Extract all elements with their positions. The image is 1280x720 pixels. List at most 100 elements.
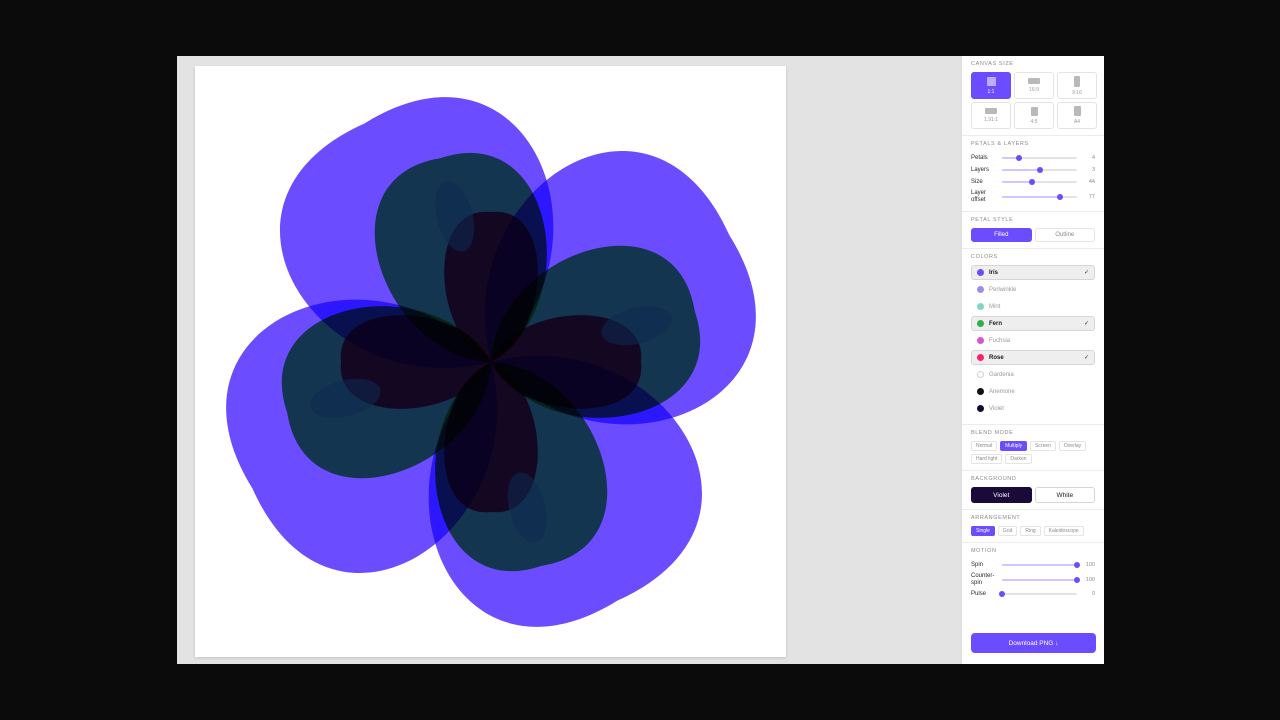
color-name: Violet bbox=[989, 405, 1004, 412]
slider-track[interactable] bbox=[1002, 179, 1077, 185]
canvas-size-section: CANVAS SIZE 1:1 16:9 9:16 1.91:1 4:5 A4 bbox=[962, 56, 1104, 136]
color-swatch bbox=[977, 303, 984, 310]
slider-row: Size 44 bbox=[971, 176, 1095, 188]
blend-mode-multiply[interactable]: Multiply bbox=[1000, 441, 1028, 451]
blend-mode-darken[interactable]: Darken bbox=[1005, 454, 1032, 464]
section-title: PETAL STYLE bbox=[971, 217, 1014, 223]
petal-style-filled-button[interactable]: Filled bbox=[971, 228, 1032, 242]
slider-row: Petals 4 bbox=[971, 152, 1095, 164]
slider-row: Spin 100 bbox=[971, 559, 1095, 571]
blend-mode-hard-light[interactable]: Hard light bbox=[971, 454, 1003, 464]
canvas-size-option[interactable]: A4 bbox=[1057, 102, 1097, 129]
slider-fill bbox=[1002, 181, 1032, 183]
download-png-button[interactable]: Download PNG ↓ bbox=[971, 633, 1096, 653]
color-option-fuchsia[interactable]: Fuchsia bbox=[971, 333, 1095, 348]
colors-section: COLORS Iris ✓ Periwinkle Mint Fern ✓ Fuchsia Ro… bbox=[962, 249, 1104, 425]
checkmark-icon: ✓ bbox=[1083, 270, 1089, 276]
color-option-violet[interactable]: Violet bbox=[971, 401, 1095, 416]
canvas-size-label: 1.91:1 bbox=[984, 117, 998, 123]
section-title: CANVAS SIZE bbox=[971, 61, 1014, 67]
slider-label: Layers bbox=[971, 166, 990, 173]
color-list: Iris ✓ Periwinkle Mint Fern ✓ Fuchsia Rose ✓ Gard… bbox=[971, 265, 1095, 416]
slider-track[interactable] bbox=[999, 591, 1077, 597]
aspect-ratio-icon bbox=[1030, 106, 1038, 116]
blend-mode-normal[interactable]: Normal bbox=[971, 441, 998, 451]
color-swatch bbox=[977, 354, 984, 361]
arrangement-grid[interactable]: Grid bbox=[997, 526, 1018, 536]
color-option-periwinkle[interactable]: Periwinkle bbox=[971, 282, 1095, 297]
color-option-rose[interactable]: Rose ✓ bbox=[971, 350, 1095, 365]
section-title: COLORS bbox=[971, 254, 998, 260]
color-name: Fuchsia bbox=[989, 337, 1011, 344]
slider-handle[interactable] bbox=[1056, 193, 1063, 200]
canvas-size-option[interactable]: 1:1 bbox=[971, 72, 1011, 99]
canvas-size-option[interactable]: 16:9 bbox=[1014, 72, 1054, 99]
petal-style-outline-button[interactable]: Outline bbox=[1034, 228, 1095, 242]
slider-track[interactable] bbox=[1002, 193, 1077, 200]
petal-style-section: PETAL STYLE Filled Outline bbox=[962, 212, 1104, 249]
arrangement-ring[interactable]: Ring bbox=[1020, 526, 1041, 536]
section-title: PETALS & LAYERS bbox=[971, 141, 1029, 147]
slider-track[interactable] bbox=[1002, 562, 1080, 568]
color-name: Iris bbox=[989, 269, 999, 276]
checkmark-icon: ✓ bbox=[1083, 321, 1089, 327]
color-name: Rose bbox=[989, 354, 1004, 361]
background-violet-button[interactable]: Violet bbox=[971, 487, 1032, 503]
color-option-mint[interactable]: Mint bbox=[971, 299, 1095, 314]
color-option-iris[interactable]: Iris ✓ bbox=[971, 265, 1095, 280]
color-name: Gardenia bbox=[989, 371, 1014, 378]
slider-handle[interactable] bbox=[999, 591, 1005, 597]
canvas-size-label: A4 bbox=[1073, 119, 1081, 125]
color-option-anemone[interactable]: Anemone bbox=[971, 384, 1095, 399]
background-white-button[interactable]: White bbox=[1034, 487, 1095, 503]
color-swatch bbox=[977, 405, 984, 412]
blend-mode-overlay[interactable]: Overlay bbox=[1058, 441, 1087, 451]
slider-track[interactable] bbox=[1002, 576, 1080, 583]
arrangement-section: ARRANGEMENT Single Grid Ring Kaleidoscope bbox=[962, 510, 1104, 543]
slider-label: Spin bbox=[971, 561, 984, 568]
slider-value: 3 bbox=[1091, 167, 1095, 173]
canvas-size-label: 1:1 bbox=[987, 88, 995, 95]
section-title: BACKGROUND bbox=[971, 476, 1017, 482]
flower-artwork bbox=[226, 97, 756, 627]
slider-handle[interactable] bbox=[1074, 576, 1080, 583]
slider-label: Petals bbox=[971, 154, 988, 161]
color-name: Mint bbox=[989, 303, 1001, 310]
slider-row: Layer offset 77 bbox=[971, 188, 1095, 205]
slider-value: 4 bbox=[1091, 155, 1095, 161]
blend-mode-screen[interactable]: Screen bbox=[1030, 441, 1056, 451]
checkmark-icon: ✓ bbox=[1083, 355, 1089, 361]
slider-track[interactable] bbox=[1002, 167, 1077, 173]
slider-label: Pulse bbox=[971, 590, 987, 597]
section-title: ARRANGEMENT bbox=[971, 515, 1021, 521]
section-title: MOTION bbox=[971, 548, 997, 554]
canvas-size-label: 4:5 bbox=[1030, 118, 1038, 125]
color-name: Anemone bbox=[989, 388, 1015, 395]
canvas-size-option[interactable]: 4:5 bbox=[1014, 102, 1054, 129]
slider-handle[interactable] bbox=[1015, 155, 1022, 161]
slider-row: Layers 3 bbox=[971, 164, 1095, 176]
slider-value: 44 bbox=[1088, 179, 1095, 185]
canvas-size-option[interactable]: 9:16 bbox=[1057, 72, 1097, 99]
arrangement-kaleidoscope[interactable]: Kaleidoscope bbox=[1043, 526, 1084, 536]
slider-handle[interactable] bbox=[1029, 179, 1035, 185]
color-swatch bbox=[977, 337, 984, 344]
color-option-gardenia[interactable]: Gardenia bbox=[971, 367, 1095, 382]
canvas-size-options: 1:1 16:9 9:16 1.91:1 4:5 A4 bbox=[971, 72, 1097, 129]
color-swatch bbox=[977, 388, 984, 395]
section-title: BLEND MODE bbox=[971, 430, 1014, 436]
slider-handle[interactable] bbox=[1074, 562, 1080, 568]
motion-sliders: Spin 100 Counter-spin 100 Pulse 0 bbox=[971, 559, 1095, 600]
canvas-size-option[interactable]: 1.91:1 bbox=[971, 102, 1011, 129]
color-option-fern[interactable]: Fern ✓ bbox=[971, 316, 1095, 331]
aspect-ratio-icon bbox=[986, 76, 996, 86]
slider-label: Counter-spin bbox=[971, 572, 995, 586]
slider-handle[interactable] bbox=[1036, 167, 1043, 173]
artwork-canvas[interactable] bbox=[195, 66, 786, 657]
color-swatch bbox=[977, 286, 984, 293]
arrangement-options: Single Grid Ring Kaleidoscope bbox=[971, 526, 1095, 536]
slider-fill bbox=[1002, 169, 1040, 171]
arrangement-single[interactable]: Single bbox=[971, 526, 995, 536]
aspect-ratio-icon bbox=[1074, 75, 1080, 87]
slider-track[interactable] bbox=[1002, 155, 1077, 161]
